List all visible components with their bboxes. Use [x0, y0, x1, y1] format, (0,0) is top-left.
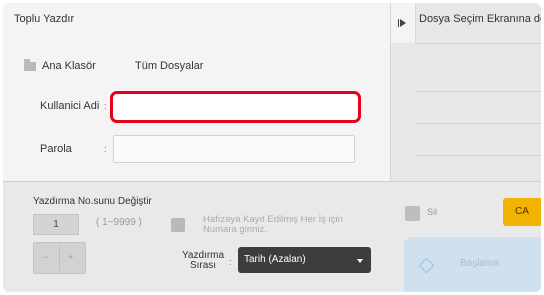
- delete-label: Sil: [427, 207, 438, 217]
- top-panel: Toplu Yazdır Dosya Seçim Ekranına dön An…: [3, 3, 541, 181]
- print-number-stepper[interactable]: − +: [33, 242, 86, 274]
- sort-label-line2: Sırası: [189, 260, 217, 271]
- stepper-divider: [59, 246, 60, 270]
- list-divider: [417, 155, 541, 156]
- list-divider: [417, 43, 541, 44]
- username-colon: :: [104, 101, 107, 111]
- bulk-print-screen: Toplu Yazdır Dosya Seçim Ekranına dön An…: [3, 3, 541, 292]
- print-number-range: ( 1~9999 ): [96, 217, 142, 228]
- print-number-title: Yazdırma No.sunu Değiştir: [33, 196, 152, 207]
- folder-icon: [24, 59, 36, 71]
- play-arrow-icon: [400, 19, 406, 27]
- start-button-label: Başlama: [460, 258, 499, 269]
- sort-colon: :: [229, 257, 232, 267]
- memory-label-line2: Numara giriniz.: [203, 224, 267, 235]
- start-icon: [418, 257, 435, 274]
- memory-option-label: Hafızaya Kayıt Edilmiş Her İş için Numar…: [203, 215, 343, 235]
- plus-icon[interactable]: +: [68, 252, 73, 262]
- sort-label: Yazdırma Sırası: [182, 251, 224, 271]
- bottom-panel: Yazdırma No.sunu Değiştir 1 ( 1~9999 ) −…: [3, 182, 541, 292]
- expand-arrow-icon: [398, 19, 399, 27]
- sort-selected-value: Tarih (Azalan): [244, 254, 306, 265]
- breadcrumb-root[interactable]: Ana Klasör: [42, 60, 96, 72]
- username-input[interactable]: [110, 91, 361, 123]
- password-input[interactable]: [113, 135, 355, 163]
- list-divider: [417, 123, 541, 124]
- sort-order-select[interactable]: Tarih (Azalan): [238, 247, 371, 273]
- delete-checkbox[interactable]: [405, 206, 420, 221]
- password-colon: :: [104, 144, 107, 154]
- back-to-file-selection[interactable]: Dosya Seçim Ekranına dön: [419, 13, 541, 25]
- panel-toggle-button[interactable]: [391, 3, 416, 43]
- list-divider: [417, 91, 541, 92]
- breadcrumb-current: Tüm Dosyalar: [135, 60, 204, 72]
- window-title: Toplu Yazdır: [14, 13, 75, 25]
- chevron-down-icon: [357, 259, 363, 263]
- password-label: Parola: [40, 143, 72, 155]
- right-panel: Dosya Seçim Ekranına dön: [390, 3, 541, 181]
- username-label: Kullanici Adi: [40, 100, 100, 112]
- clear-all-button[interactable]: CA: [503, 198, 541, 226]
- start-button[interactable]: Başlama: [404, 237, 541, 292]
- print-number-field[interactable]: 1: [33, 214, 79, 235]
- minus-icon[interactable]: −: [43, 252, 48, 262]
- memory-checkbox[interactable]: [171, 218, 185, 232]
